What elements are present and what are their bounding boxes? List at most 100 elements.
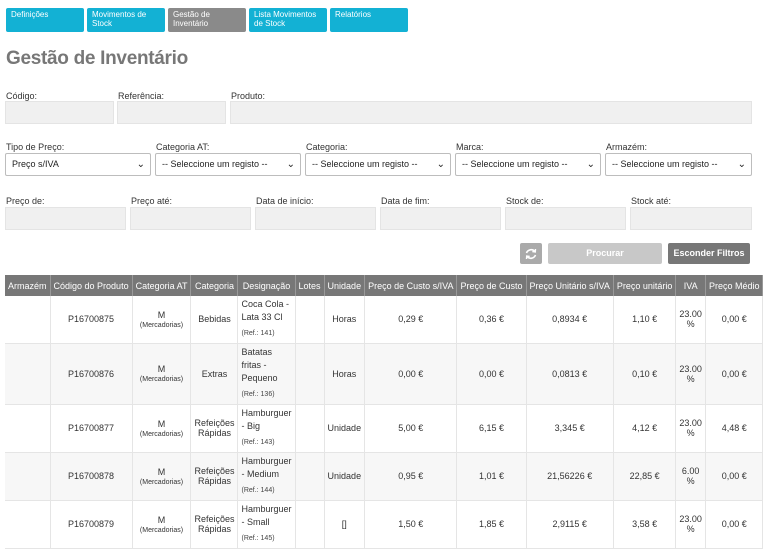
stock-de-input[interactable] (505, 207, 626, 230)
page-title: Gestão de Inventário (6, 48, 188, 69)
col-unidade[interactable]: Unidade (324, 275, 366, 296)
designacao-name: Coca Cola - Lata 33 Cl (241, 299, 290, 323)
stock-ate-label: Stock até: (631, 196, 672, 206)
designacao-ref: (Ref.: 143) (241, 439, 275, 446)
top-tabs: Definições Movimentos de Stock Gestão de… (6, 8, 408, 32)
categoria-cell: Refeições Rápidas (190, 500, 239, 549)
unitario-cell: 1,10 € (613, 296, 677, 344)
col-lotes[interactable]: Lotes (295, 275, 325, 296)
designacao-cell: Coca Cola - Lata 33 Cl (Ref.: 141) (237, 296, 296, 344)
col-preco-medio[interactable]: Preço Médio (705, 275, 763, 296)
custo-cell: 0,36 € (456, 296, 527, 344)
lotes-cell (295, 296, 325, 344)
col-iva[interactable]: IVA (675, 275, 706, 296)
categoria-cell: Bebidas (190, 296, 239, 344)
designacao-name: Hamburguer - Small (241, 504, 292, 527)
armazem-cell (5, 500, 51, 549)
col-categoria[interactable]: Categoria (190, 275, 239, 296)
categoria-select[interactable]: -- Seleccione um registo -- ⌄ (305, 153, 451, 176)
table-row[interactable]: P16700878 M (Mercadorias) Refeições Rápid… (5, 452, 763, 501)
hide-filters-button[interactable]: Esconder Filtros (668, 243, 750, 264)
referencia-input[interactable] (117, 101, 226, 124)
designacao-cell: Hamburguer - Small (Ref.: 145) (237, 500, 296, 549)
unidade-cell: Horas (324, 343, 366, 405)
codigo-label: Código: (6, 91, 38, 101)
unidade-cell: Unidade (324, 452, 366, 501)
col-unitario[interactable]: Preço unitário (613, 275, 677, 296)
designacao-name: Batatas fritas - Pequeno (241, 347, 278, 383)
col-custo[interactable]: Preço de Custo (456, 275, 527, 296)
produto-input[interactable] (230, 101, 752, 124)
chevron-down-icon: ⌄ (436, 159, 445, 170)
tab-relatorios[interactable]: Relatórios (330, 8, 408, 32)
col-designacao[interactable]: Designação (237, 275, 296, 296)
iva-cell: 23.00 % (675, 296, 706, 344)
categoria-at-select[interactable]: -- Seleccione um registo -- ⌄ (155, 153, 301, 176)
codigo-cell: P16700879 (50, 500, 133, 549)
armazem-cell (5, 452, 51, 501)
search-button[interactable]: Procurar (548, 243, 662, 264)
armazem-value: -- Seleccione um registo -- (612, 159, 718, 169)
refresh-icon (525, 248, 537, 259)
chevron-down-icon: ⌄ (737, 159, 746, 170)
custo-cell: 1,01 € (456, 452, 527, 501)
preco-medio-cell: 0,00 € (705, 296, 763, 344)
unitario-siva-cell: 0,0813 € (526, 343, 614, 405)
categoria-at-desc: (Mercadorias) (139, 478, 184, 486)
table-row[interactable]: P16700876 M (Mercadorias) Extras Batatas … (5, 343, 763, 405)
table-row[interactable]: P16700879 M (Mercadorias) Refeições Rápid… (5, 500, 763, 549)
referencia-label: Referência: (118, 91, 165, 101)
categoria-at-code: M (157, 309, 166, 320)
chevron-down-icon: ⌄ (136, 159, 145, 170)
table-row[interactable]: P16700875 M (Mercadorias) Bebidas Coca Co… (5, 296, 763, 344)
tab-movimentos-stock[interactable]: Movimentos de Stock (87, 8, 165, 32)
preco-medio-cell: 4,48 € (705, 404, 763, 453)
designacao-cell: Hamburguer - Medium (Ref.: 144) (237, 452, 296, 501)
tab-lista-movimentos[interactable]: Lista Movimentos de Stock (249, 8, 327, 32)
codigo-cell: P16700877 (50, 404, 133, 453)
armazem-cell (5, 296, 51, 344)
table-header-row: Armazém Código do Produto Categoria AT C… (5, 275, 763, 296)
designacao-name: Hamburguer - Big (241, 408, 292, 431)
lotes-cell (295, 500, 325, 549)
custo-cell: 0,00 € (456, 343, 527, 405)
categoria-at-code: M (157, 466, 166, 477)
unitario-cell: 3,58 € (613, 500, 677, 549)
designacao-ref: (Ref.: 144) (241, 487, 275, 494)
preco-ate-input[interactable] (130, 207, 251, 230)
categoria-at-cell: M (Mercadorias) (132, 343, 192, 405)
refresh-button[interactable] (520, 243, 542, 264)
stock-de-label: Stock de: (506, 196, 544, 206)
codigo-cell: P16700878 (50, 452, 133, 501)
col-armazem[interactable]: Armazém (5, 275, 51, 296)
iva-cell: 6.00 % (675, 452, 706, 501)
col-custo-siva[interactable]: Preço de Custo s/IVA (364, 275, 458, 296)
col-categoria-at[interactable]: Categoria AT (132, 275, 192, 296)
designacao-name: Hamburguer - Medium (241, 456, 292, 479)
chevron-down-icon: ⌄ (286, 159, 295, 170)
col-codigo[interactable]: Código do Produto (50, 275, 133, 296)
armazem-select[interactable]: -- Seleccione um registo -- ⌄ (605, 153, 752, 176)
tab-definicoes[interactable]: Definições (6, 8, 84, 32)
iva-cell: 23.00 % (675, 404, 706, 453)
iva-cell: 23.00 % (675, 343, 706, 405)
preco-de-input[interactable] (5, 207, 126, 230)
preco-de-label: Preço de: (6, 196, 45, 206)
custo-siva-cell: 0,00 € (364, 343, 458, 405)
unidade-cell: [] (324, 500, 366, 549)
codigo-input[interactable] (5, 101, 114, 124)
categoria-at-code: M (157, 418, 166, 429)
data-inicio-input[interactable] (255, 207, 376, 230)
data-fim-input[interactable] (380, 207, 501, 230)
unitario-siva-cell: 21,56226 € (526, 452, 614, 501)
marca-select[interactable]: -- Seleccione um registo -- ⌄ (455, 153, 601, 176)
preco-medio-cell: 0,00 € (705, 500, 763, 549)
data-fim-label: Data de fim: (381, 196, 430, 206)
tab-gestao-inventario[interactable]: Gestão de Inventário (168, 8, 246, 32)
categoria-at-label: Categoria AT: (156, 142, 210, 152)
codigo-cell: P16700875 (50, 296, 133, 344)
tipo-preco-select[interactable]: Preço s/IVA ⌄ (5, 153, 151, 176)
col-unitario-siva[interactable]: Preço Unitário s/IVA (526, 275, 614, 296)
stock-ate-input[interactable] (630, 207, 752, 230)
table-row[interactable]: P16700877 M (Mercadorias) Refeições Rápid… (5, 404, 763, 453)
